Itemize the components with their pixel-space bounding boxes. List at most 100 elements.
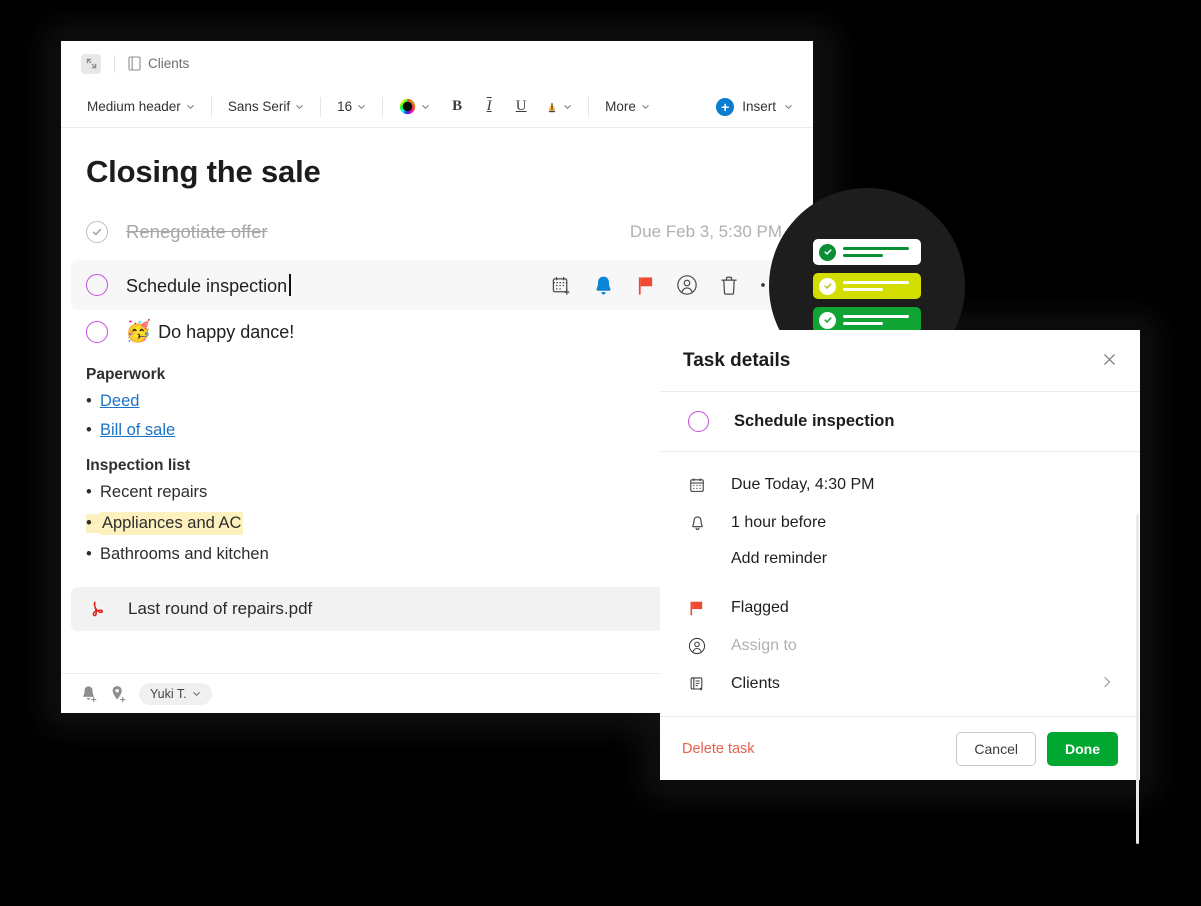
panel-row-assign-to[interactable]: Assign to: [660, 627, 1140, 665]
attachment-name: Last round of repairs.pdf: [128, 599, 313, 618]
tab-divider: [114, 54, 115, 73]
due-date-text: Due Today, 4:30 PM: [731, 476, 875, 493]
task-row-actions: [549, 273, 788, 297]
close-icon[interactable]: [1102, 352, 1117, 370]
task-checkbox[interactable]: [86, 321, 108, 343]
badge-task-row: [813, 239, 921, 265]
font-size-value: 16: [337, 99, 353, 114]
check-icon: [92, 228, 102, 236]
panel-scrollbar[interactable]: [1136, 514, 1139, 844]
notebook-name-text: Clients: [731, 675, 780, 692]
paragraph-style-select[interactable]: Medium header: [81, 95, 201, 118]
panel-row-reminder[interactable]: 1 hour before: [660, 504, 1140, 542]
assign-person-icon[interactable]: [675, 273, 699, 297]
panel-body: Due Today, 4:30 PM 1 hour before Add rem…: [660, 452, 1140, 844]
task-row-schedule-inspection[interactable]: Schedule inspection: [71, 260, 803, 310]
panel-row-due-date[interactable]: Due Today, 4:30 PM: [660, 466, 1140, 504]
panel-header: Task details: [660, 330, 1140, 392]
font-family-select[interactable]: Sans Serif: [222, 95, 310, 118]
bullet-dot: •: [86, 514, 100, 533]
panel-row-add-reminder[interactable]: Add reminder: [660, 542, 1140, 576]
user-chip[interactable]: Yuki T.: [139, 682, 212, 705]
collapse-arrows-icon[interactable]: [81, 53, 101, 74]
tab-label: Clients: [148, 56, 190, 71]
chevron-down-icon: [187, 105, 194, 110]
assign-to-text: Assign to: [731, 637, 797, 654]
add-reminder-text: Add reminder: [731, 550, 828, 567]
chevron-down-icon: [422, 105, 429, 110]
link-bill-of-sale[interactable]: Bill of sale: [100, 421, 175, 440]
panel-title: Task details: [683, 349, 791, 371]
badge-lines: [843, 315, 909, 325]
list-item-text: Bathrooms and kitchen: [100, 545, 269, 563]
highlighter-icon: [549, 102, 556, 112]
highlight-button[interactable]: [538, 95, 578, 119]
task-checkbox[interactable]: [688, 411, 709, 432]
underline-label: U: [515, 98, 527, 114]
link-deed[interactable]: Deed: [100, 392, 139, 411]
reminder-text: 1 hour before: [731, 514, 827, 531]
font-size-select[interactable]: 16: [331, 95, 372, 118]
font-family-value: Sans Serif: [227, 99, 291, 114]
tab-clients[interactable]: Clients: [128, 56, 189, 71]
page-title: Closing the sale: [86, 154, 321, 189]
insert-label: Insert: [742, 99, 776, 114]
chevron-down-icon: [296, 105, 303, 110]
bell-icon[interactable]: [591, 273, 615, 297]
task-label: Renegotiate offer: [126, 221, 268, 242]
delete-task-button[interactable]: Delete task: [682, 741, 755, 757]
task-label: Do happy dance!: [158, 321, 295, 342]
task-checkbox[interactable]: [86, 274, 108, 296]
calendar-add-icon[interactable]: [549, 273, 573, 297]
user-name: Yuki T.: [150, 686, 187, 701]
chevron-down-icon: [642, 105, 649, 110]
chevron-down-icon: [192, 692, 200, 697]
list-item-text: Appliances and AC: [100, 512, 244, 535]
party-face-emoji: 🥳: [125, 320, 152, 343]
insert-button[interactable]: + Insert: [716, 97, 793, 116]
location-add-icon[interactable]: [110, 685, 127, 703]
chevron-down-icon: [564, 105, 571, 110]
italic-label: I: [486, 98, 492, 114]
paragraph-style-value: Medium header: [87, 99, 181, 114]
chevron-down-icon: [358, 105, 365, 110]
check-circle-icon: [819, 243, 836, 261]
underline-button[interactable]: U: [508, 94, 534, 120]
badge-lines: [843, 247, 909, 257]
bullet-dot: •: [86, 545, 92, 563]
task-label-text: Schedule inspection: [126, 275, 288, 296]
flag-icon[interactable]: [633, 273, 657, 297]
list-item-text: Recent repairs: [100, 483, 208, 501]
plus-icon: +: [716, 97, 735, 116]
trash-icon[interactable]: [717, 273, 741, 297]
task-checkbox-checked[interactable]: [86, 221, 108, 243]
badge-lines: [843, 281, 909, 291]
more-label: More: [605, 99, 636, 114]
pdf-icon: [86, 599, 108, 619]
toolbar-divider: [588, 96, 590, 117]
done-button[interactable]: Done: [1047, 731, 1118, 766]
bold-button[interactable]: B: [444, 94, 470, 120]
cancel-button[interactable]: Cancel: [956, 731, 1036, 766]
calendar-icon: [688, 477, 706, 493]
more-formatting-button[interactable]: More: [599, 95, 656, 118]
flagged-text: Flagged: [731, 599, 789, 616]
italic-button[interactable]: I: [476, 94, 502, 120]
check-circle-icon: [819, 277, 836, 295]
chevron-right-icon[interactable]: [1102, 675, 1112, 694]
bullet-dot: •: [86, 483, 92, 501]
panel-row-notebook[interactable]: Clients: [660, 665, 1140, 703]
task-row-renegotiate-offer[interactable]: Renegotiate offer Due Feb 3, 5:30 PM: [71, 210, 803, 254]
bell-add-icon[interactable]: [81, 685, 98, 703]
panel-row-flagged[interactable]: Flagged: [660, 589, 1140, 627]
panel-task-row[interactable]: Schedule inspection: [660, 392, 1140, 452]
chevron-down-icon: [785, 105, 792, 110]
text-caret: [289, 273, 291, 296]
notebook-icon: [688, 676, 706, 692]
toolbar-divider: [382, 96, 384, 117]
text-color-select[interactable]: [393, 94, 436, 119]
panel-footer: Delete task Cancel Done: [660, 716, 1140, 780]
bullet-dot: •: [86, 421, 92, 439]
task-label: Schedule inspection: [126, 273, 291, 297]
bell-icon: [688, 515, 706, 532]
